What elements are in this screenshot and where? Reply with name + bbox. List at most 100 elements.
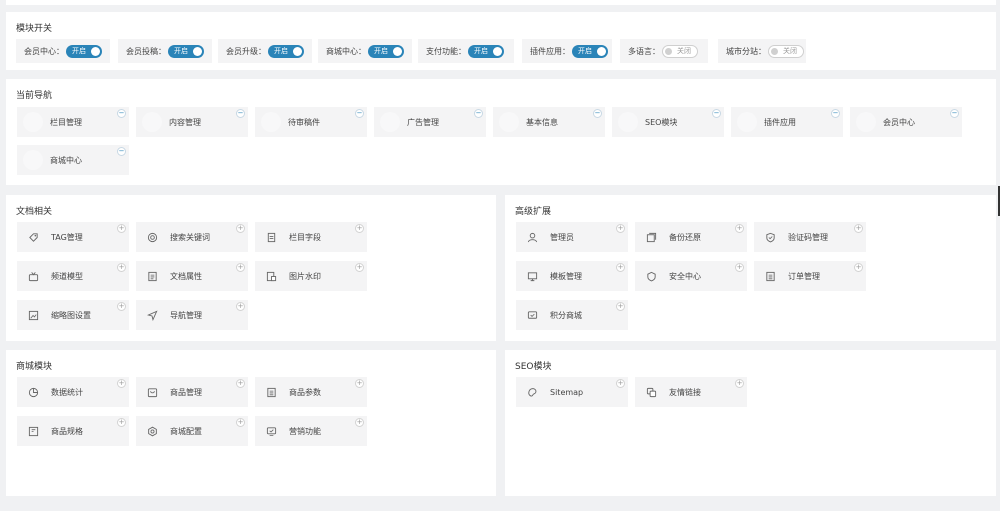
module-switch-item: 城市分站： 关闭 [718, 39, 806, 63]
toggle-switch[interactable]: 开启 [368, 44, 404, 58]
nav-shortcut-tile[interactable]: 广告管理 − [374, 107, 486, 137]
remove-shortcut-button[interactable]: − [117, 109, 126, 118]
remove-shortcut-button[interactable]: − [712, 109, 721, 118]
sitemap-icon [526, 386, 538, 398]
shortcut-label: 频道模型 [51, 271, 83, 281]
remove-shortcut-button[interactable]: − [474, 109, 483, 118]
add-shortcut-button[interactable]: + [236, 379, 245, 388]
shortcut-label: 营销功能 [289, 426, 321, 436]
toggle-switch[interactable]: 开启 [66, 44, 102, 58]
shortcut-label: 备份还原 [669, 232, 701, 242]
nav-shortcut-tile[interactable]: 栏目管理 − [17, 107, 129, 137]
docs-panel: 文档相关 TAG管理 + 搜索关键词 + 栏目字段 + 频道模型 + 文档属性 + 图片水印 + 缩略图… [6, 195, 496, 341]
add-shortcut-button[interactable]: + [854, 263, 863, 272]
add-shortcut-button[interactable]: + [117, 302, 126, 311]
toggle-switch[interactable]: 关闭 [768, 44, 804, 58]
nav-tile-label: 内容管理 [169, 117, 201, 127]
module-switch-label: 会员投稿： [126, 46, 166, 56]
nav-tile-label: SEO模块 [645, 117, 678, 127]
advanced-shortcut-tile[interactable]: 积分商城 + [516, 300, 628, 330]
add-shortcut-button[interactable]: + [236, 224, 245, 233]
add-shortcut-button[interactable]: + [616, 302, 625, 311]
add-shortcut-button[interactable]: + [355, 263, 364, 272]
remove-shortcut-button[interactable]: − [593, 109, 602, 118]
add-shortcut-button[interactable]: + [616, 263, 625, 272]
add-shortcut-button[interactable]: + [355, 418, 364, 427]
remove-shortcut-button[interactable]: − [236, 109, 245, 118]
nav-avatar-circle [261, 112, 281, 132]
docs-shortcut-tile[interactable]: 栏目字段 + [255, 222, 367, 252]
marketing-icon [265, 425, 277, 437]
docs-shortcut-tile[interactable]: 搜索关键词 + [136, 222, 248, 252]
remove-shortcut-button[interactable]: − [117, 147, 126, 156]
shop-shortcut-tile[interactable]: 商城配置 + [136, 416, 248, 446]
nav-shortcut-tile[interactable]: SEO模块 − [612, 107, 724, 137]
seo-shortcut-tile[interactable]: Sitemap + [516, 377, 628, 407]
add-shortcut-button[interactable]: + [236, 263, 245, 272]
toggle-state-text: 开启 [474, 47, 488, 55]
nav-tile-label: 待审稿件 [288, 117, 320, 127]
advanced-shortcut-tile[interactable]: 验证码管理 + [754, 222, 866, 252]
advanced-shortcut-tile[interactable]: 模板管理 + [516, 261, 628, 291]
list-icon [146, 270, 158, 282]
docs-shortcut-tile[interactable]: 频道模型 + [17, 261, 129, 291]
module-switch-title: 模块开关 [16, 24, 53, 34]
add-shortcut-button[interactable]: + [616, 224, 625, 233]
toggle-switch[interactable]: 开启 [572, 44, 608, 58]
remove-shortcut-button[interactable]: − [950, 109, 959, 118]
toggle-state-text: 开启 [72, 47, 86, 55]
nav-shortcut-tile[interactable]: 基本信息 − [493, 107, 605, 137]
nav-shortcut-tile[interactable]: 待审稿件 − [255, 107, 367, 137]
toggle-switch[interactable]: 开启 [168, 44, 204, 58]
remove-shortcut-button[interactable]: − [831, 109, 840, 118]
shop-shortcut-tile[interactable]: 商品管理 + [136, 377, 248, 407]
add-shortcut-button[interactable]: + [117, 379, 126, 388]
toggle-switch[interactable]: 开启 [468, 44, 504, 58]
send-icon [146, 309, 158, 321]
advanced-shortcut-tile[interactable]: 安全中心 + [635, 261, 747, 291]
advanced-shortcut-tile[interactable]: 订单管理 + [754, 261, 866, 291]
shop-shortcut-tile[interactable]: 数据统计 + [17, 377, 129, 407]
toggle-knob [393, 46, 402, 56]
shortcut-label: 商品参数 [289, 387, 321, 397]
seo-shortcut-tile[interactable]: 友情链接 + [635, 377, 747, 407]
add-shortcut-button[interactable]: + [735, 263, 744, 272]
docs-shortcut-tile[interactable]: 导航管理 + [136, 300, 248, 330]
toggle-switch[interactable]: 关闭 [662, 44, 698, 58]
shop-shortcut-tile[interactable]: 商品规格 + [17, 416, 129, 446]
shortcut-label: 管理员 [550, 232, 574, 242]
add-shortcut-button[interactable]: + [117, 263, 126, 272]
shortcut-label: 订单管理 [788, 271, 820, 281]
add-shortcut-button[interactable]: + [236, 302, 245, 311]
picture-icon [27, 309, 39, 321]
add-shortcut-button[interactable]: + [355, 379, 364, 388]
nav-shortcut-tile[interactable]: 插件应用 − [731, 107, 843, 137]
remove-shortcut-button[interactable]: − [355, 109, 364, 118]
add-shortcut-button[interactable]: + [117, 418, 126, 427]
docs-shortcut-tile[interactable]: 文档属性 + [136, 261, 248, 291]
advanced-shortcut-tile[interactable]: 管理员 + [516, 222, 628, 252]
nav-shortcut-tile[interactable]: 商城中心 − [17, 145, 129, 175]
shop-shortcut-tile[interactable]: 营销功能 + [255, 416, 367, 446]
nav-shortcut-tile[interactable]: 会员中心 − [850, 107, 962, 137]
add-shortcut-button[interactable]: + [117, 224, 126, 233]
toggle-switch[interactable]: 开启 [268, 44, 304, 58]
add-shortcut-button[interactable]: + [735, 379, 744, 388]
shop-shortcut-tile[interactable]: 商品参数 + [255, 377, 367, 407]
add-shortcut-button[interactable]: + [735, 224, 744, 233]
add-shortcut-button[interactable]: + [616, 379, 625, 388]
add-shortcut-button[interactable]: + [236, 418, 245, 427]
add-shortcut-button[interactable]: + [355, 224, 364, 233]
spec-icon [27, 425, 39, 437]
docs-shortcut-tile[interactable]: 缩略图设置 + [17, 300, 129, 330]
order-icon [764, 270, 776, 282]
docs-shortcut-tile[interactable]: 图片水印 + [255, 261, 367, 291]
nav-shortcut-tile[interactable]: 内容管理 − [136, 107, 248, 137]
toggle-knob [771, 47, 778, 55]
advanced-shortcut-tile[interactable]: 备份还原 + [635, 222, 747, 252]
docs-title: 文档相关 [16, 207, 53, 217]
toggle-state-text: 开启 [374, 47, 388, 55]
toggle-state-text: 关闭 [677, 47, 691, 55]
docs-shortcut-tile[interactable]: TAG管理 + [17, 222, 129, 252]
add-shortcut-button[interactable]: + [854, 224, 863, 233]
